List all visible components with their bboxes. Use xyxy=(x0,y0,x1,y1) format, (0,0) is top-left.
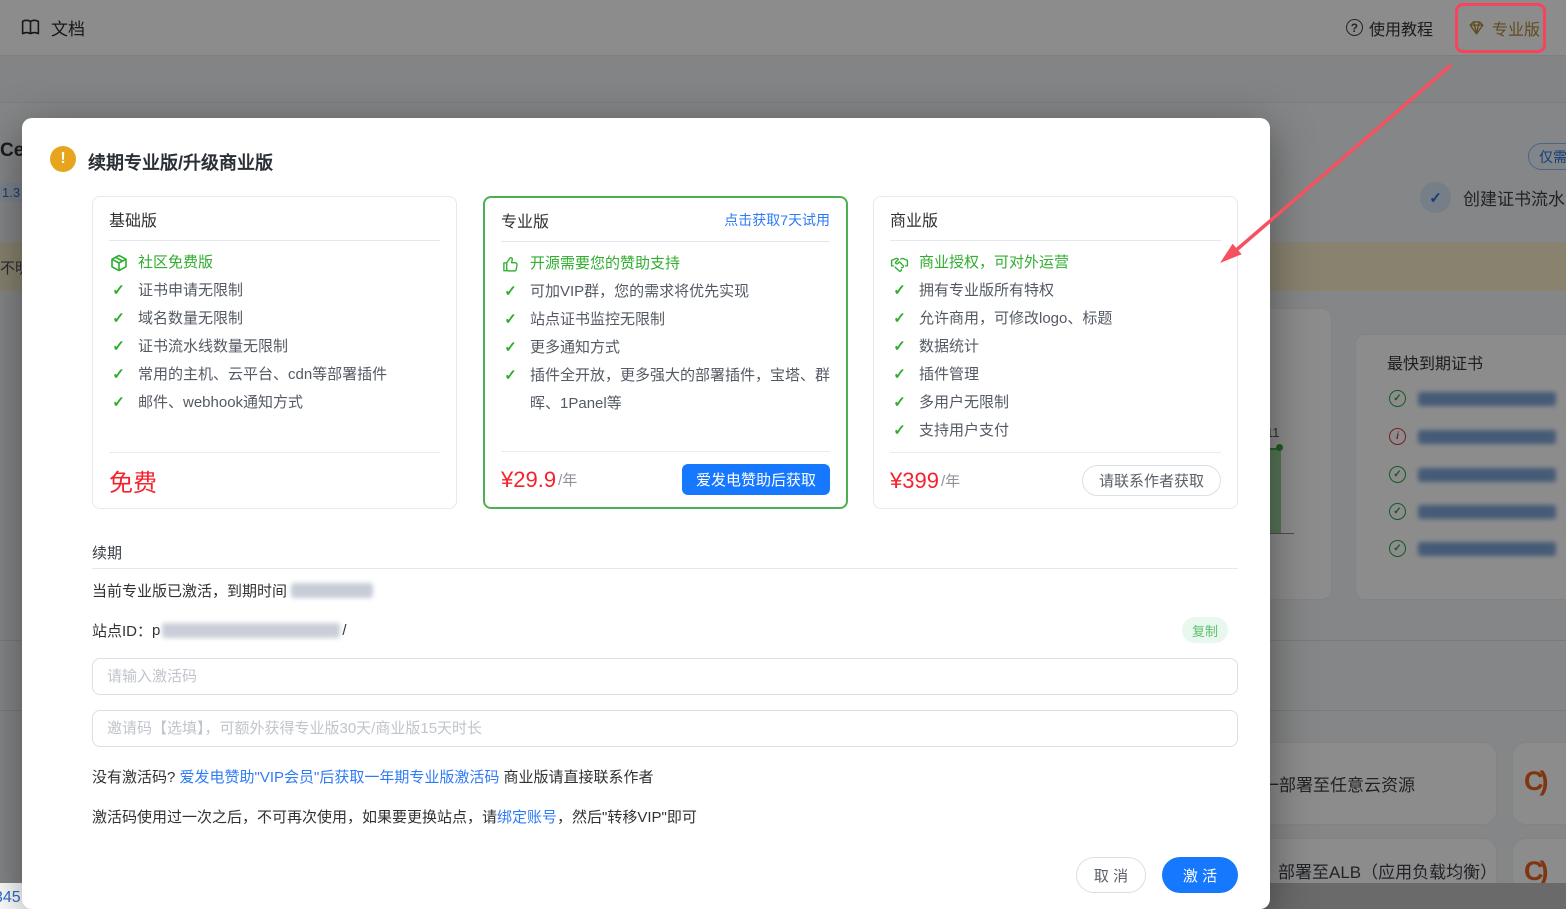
cancel-button[interactable]: 取 消 xyxy=(1076,857,1146,893)
renew-divider xyxy=(92,568,1238,569)
plan-feature: 插件全开放，更多强大的部署插件，宝塔、群晖、1Panel等 xyxy=(501,362,830,418)
activate-button[interactable]: 激 活 xyxy=(1162,857,1238,893)
help-line-1: 没有激活码? 爱发电赞助"VIP会员"后获取一年期专业版激活码 商业版请直接联系… xyxy=(92,769,654,786)
blurred-expiry-date xyxy=(291,583,374,598)
check-icon xyxy=(890,417,909,445)
check-icon xyxy=(501,362,520,418)
check-icon xyxy=(109,333,128,361)
plan-feature: 证书申请无限制 xyxy=(109,277,440,305)
upgrade-dialog: 续期专业版/升级商业版 基础版 社区免费版 证书申请无限制 域名数量无限制 证书… xyxy=(22,118,1270,909)
sponsor-get-button[interactable]: 爱发电赞助后获取 xyxy=(681,464,830,495)
plan-feature: 数据统计 xyxy=(890,333,1221,361)
plan-feature: 域名数量无限制 xyxy=(109,305,440,333)
plan-name: 基础版 xyxy=(109,212,158,230)
screen: 文档 使用教程 专业版 Cer 1.3 不明 仅需 xyxy=(0,0,1566,909)
warning-icon xyxy=(50,146,76,172)
plan-price: ¥29.9 xyxy=(501,466,557,492)
check-icon xyxy=(890,277,909,305)
activation-status-line: 当前专业版已激活，到期时间 xyxy=(92,580,374,601)
plan-feature: 可加VIP群，您的需求将优先实现 xyxy=(501,278,830,306)
bind-account-link[interactable]: 绑定账号 xyxy=(497,809,557,826)
price-row: ¥399 /年 请联系作者获取 xyxy=(890,452,1221,508)
plan-feature: 证书流水线数量无限制 xyxy=(109,333,440,361)
plan-card-business: 商业版 商业授权，可对外运营 拥有专业版所有特权 允许商用，可修改logo、标题… xyxy=(873,196,1238,509)
check-icon xyxy=(890,389,909,417)
invite-code-input[interactable] xyxy=(92,710,1238,747)
dialog-title: 续期专业版/升级商业版 xyxy=(88,153,273,173)
plan-card-basic: 基础版 社区免费版 证书申请无限制 域名数量无限制 证书流水线数量无限制 常用的… xyxy=(92,196,457,509)
check-icon xyxy=(501,306,520,334)
plan-card-pro: 专业版 点击获取7天试用 开源需要您的赞助支持 可加VIP群，您的需求将优先实现… xyxy=(483,196,848,509)
renew-section-label: 续期 xyxy=(92,545,123,562)
plan-feature: 常用的主机、云平台、cdn等部署插件 xyxy=(109,361,440,389)
site-id-line: 站点ID： p / xyxy=(92,622,347,640)
activation-code-input[interactable] xyxy=(92,658,1238,695)
check-icon xyxy=(109,389,128,417)
plan-feature: 拥有专业版所有特权 xyxy=(890,277,1221,305)
sponsor-link[interactable]: 爱发电赞助"VIP会员"后获取一年期专业版激活码 xyxy=(180,769,500,786)
corner-number: 345 xyxy=(0,889,21,906)
thumbs-up-icon xyxy=(501,250,520,278)
check-icon xyxy=(109,361,128,389)
plan-feature: 站点证书监控无限制 xyxy=(501,306,830,334)
contact-author-button[interactable]: 请联系作者获取 xyxy=(1081,465,1221,496)
trial-link[interactable]: 点击获取7天试用 xyxy=(724,210,830,230)
plan-feature: 允许商用，可修改logo、标题 xyxy=(890,305,1221,333)
plan-name: 专业版 xyxy=(501,213,550,231)
check-icon xyxy=(109,305,128,333)
check-icon xyxy=(109,277,128,305)
plan-feature: 插件管理 xyxy=(890,361,1221,389)
plan-highlight: 开源需要您的赞助支持 xyxy=(501,250,830,278)
check-icon xyxy=(890,305,909,333)
plan-feature: 邮件、webhook通知方式 xyxy=(109,389,440,417)
plan-price: 免费 xyxy=(109,470,157,497)
plan-price: ¥399 xyxy=(890,467,939,493)
plan-feature: 多用户无限制 xyxy=(890,389,1221,417)
copy-button[interactable]: 复制 xyxy=(1182,617,1228,643)
plan-highlight: 商业授权，可对外运营 xyxy=(890,249,1221,277)
plan-feature: 更多通知方式 xyxy=(501,334,830,362)
check-icon xyxy=(501,334,520,362)
check-icon xyxy=(890,333,909,361)
plan-price-unit: /年 xyxy=(940,473,961,490)
handshake-icon xyxy=(890,249,909,277)
plan-price-unit: /年 xyxy=(558,472,578,489)
price-row: 免费 xyxy=(109,452,440,508)
check-icon xyxy=(501,278,520,306)
plan-feature: 支持用户支付 xyxy=(890,417,1221,445)
help-line-2: 激活码使用过一次之后，不可再次使用，如果要更换站点，请绑定账号，然后"转移VIP… xyxy=(92,809,697,826)
plan-name: 商业版 xyxy=(890,212,939,230)
plan-highlight: 社区免费版 xyxy=(109,249,440,277)
check-icon xyxy=(890,361,909,389)
box-icon xyxy=(109,249,128,277)
price-row: ¥29.9 /年 爱发电赞助后获取 xyxy=(501,451,830,507)
blurred-site-id xyxy=(162,623,341,638)
